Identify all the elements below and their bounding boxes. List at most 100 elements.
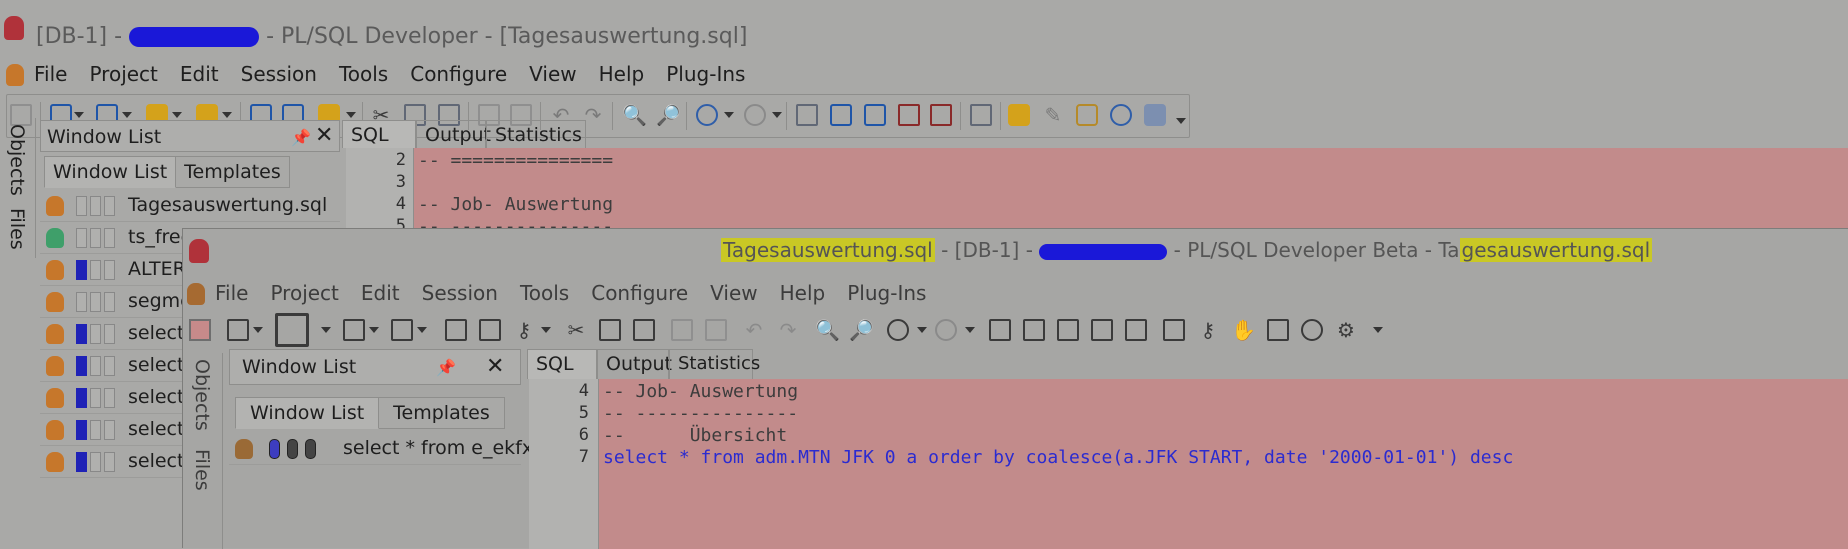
menu-help[interactable]: Help	[780, 281, 826, 305]
stop-icon[interactable]	[189, 319, 211, 341]
tab-objects[interactable]: Objects	[191, 359, 213, 431]
menu-file[interactable]: File	[215, 281, 248, 305]
tab-statistics[interactable]: Statistics	[486, 120, 586, 148]
menu-edit[interactable]: Edit	[180, 62, 219, 86]
menu-file[interactable]: File	[34, 62, 67, 86]
save-icon[interactable]	[445, 319, 467, 341]
copy-icon[interactable]	[599, 319, 621, 341]
new-object-icon[interactable]	[275, 313, 309, 347]
tab-window-list[interactable]: Window List	[44, 156, 177, 188]
tab-templates[interactable]: Templates	[379, 397, 505, 429]
list-item[interactable]: select * from e_ekfx v	[229, 433, 550, 465]
database-icon	[46, 324, 64, 344]
pin-icon[interactable]: 📌	[436, 358, 456, 377]
find-icon[interactable]: 🔍	[815, 319, 840, 341]
uncomment-icon[interactable]	[1125, 319, 1147, 341]
save-all-icon[interactable]	[479, 319, 501, 341]
undo-icon[interactable]: ↶	[743, 319, 765, 341]
menu-configure[interactable]: Configure	[591, 281, 688, 305]
list-item[interactable]: Tagesauswertung.sql	[40, 190, 340, 222]
database-icon	[46, 292, 64, 312]
explain-plan-icon[interactable]	[989, 319, 1011, 341]
redaction-mark	[1039, 243, 1168, 260]
tab-objects[interactable]: Objects	[6, 124, 28, 196]
new-window-icon[interactable]	[227, 319, 249, 341]
code-line: -- Job- Auswertung	[603, 381, 799, 402]
code-line: -- ===============	[418, 150, 614, 171]
front-side-tabs: Objects Files	[183, 353, 223, 549]
back-side-tabs: Objects Files	[0, 118, 36, 258]
find-next-icon[interactable]: 🔎	[849, 319, 874, 341]
paste-icon[interactable]	[633, 319, 655, 341]
tab-statistics[interactable]: Statistics	[669, 349, 760, 379]
describe-icon[interactable]	[1163, 319, 1185, 341]
forward-nav-icon[interactable]	[935, 319, 957, 341]
clock-icon[interactable]	[1301, 319, 1323, 341]
comment-icon[interactable]	[1091, 319, 1113, 341]
menu-session[interactable]: Session	[241, 62, 317, 86]
tab-output[interactable]: Output	[597, 349, 672, 379]
open-recent-icon[interactable]	[391, 319, 413, 341]
code-line: select * from adm.MTN JFK 0 a order by c…	[603, 447, 1514, 468]
redaction-mark	[129, 27, 260, 47]
menu-plugins[interactable]: Plug-Ins	[666, 62, 745, 86]
redo-icon[interactable]: ↷	[777, 319, 799, 341]
menu-project[interactable]: Project	[89, 62, 157, 86]
hand-icon[interactable]: ✋	[1231, 319, 1256, 341]
code-line: -- ---------------	[603, 403, 799, 424]
database-icon	[46, 228, 64, 248]
gear-icon[interactable]: ⚙	[1335, 319, 1357, 341]
pin-icon[interactable]: 📌	[291, 128, 311, 147]
back-editor-tabs: SQL Output Statistics	[342, 120, 1848, 148]
rollback-icon[interactable]	[705, 319, 727, 341]
database-icon	[46, 196, 64, 216]
window-list-title: Window List	[47, 126, 162, 148]
clipboard-icon[interactable]	[1267, 319, 1289, 341]
menu-tools[interactable]: Tools	[339, 62, 388, 86]
close-icon[interactable]: ✕	[486, 354, 504, 379]
front-window: Tagesauswertung.sql - [DB-1] - - PL/SQL …	[182, 228, 1848, 549]
app-logo-icon	[189, 239, 209, 263]
front-sql-editor[interactable]: 4 5 6 7 -- Job- Auswertung -- ----------…	[529, 379, 1848, 549]
menu-session[interactable]: Session	[422, 281, 498, 305]
front-editor-tabs: SQL Output Statistics	[527, 349, 1848, 379]
menu-view[interactable]: View	[710, 281, 757, 305]
window-list-header: Window List 📌 ✕	[40, 120, 340, 152]
unindent-icon[interactable]	[1057, 319, 1079, 341]
menu-tools[interactable]: Tools	[520, 281, 569, 305]
tab-sql[interactable]: SQL	[342, 120, 416, 148]
commit-icon[interactable]	[671, 319, 693, 341]
front-window-titlebar: Tagesauswertung.sql - [DB-1] - - PL/SQL …	[183, 229, 1848, 273]
menu-configure[interactable]: Configure	[410, 62, 507, 86]
app-menu-icon[interactable]	[6, 64, 24, 86]
database-icon	[46, 388, 64, 408]
menu-view[interactable]: View	[529, 62, 576, 86]
close-icon[interactable]: ✕	[315, 123, 333, 148]
back-window-titlebar: [DB-1] - - PL/SQL Developer - [Tagesausw…	[0, 0, 1848, 54]
tab-templates[interactable]: Templates	[176, 156, 290, 188]
tab-sql[interactable]: SQL	[527, 349, 597, 379]
cut-icon[interactable]: ✂	[565, 319, 587, 341]
back-menubar: File Project Edit Session Tools Configur…	[0, 54, 1848, 94]
front-window-list-panel: Window List 📌 ✕ Window List Templates se…	[229, 349, 550, 549]
menu-plugins[interactable]: Plug-Ins	[847, 281, 926, 305]
database-icon	[235, 439, 253, 459]
database-icon	[46, 420, 64, 440]
line-number-gutter: 4 5 6 7	[529, 379, 599, 549]
database-icon	[46, 452, 64, 472]
tab-files[interactable]: Files	[6, 208, 28, 250]
window-list-header: Window List 📌 ✕	[229, 349, 521, 385]
indent-icon[interactable]	[1023, 319, 1045, 341]
menu-help[interactable]: Help	[599, 62, 645, 86]
connection-key-icon[interactable]: ⚷	[1197, 319, 1219, 341]
app-menu-icon[interactable]	[187, 283, 205, 305]
back-nav-icon[interactable]	[887, 319, 909, 341]
database-icon	[46, 356, 64, 376]
tab-files[interactable]: Files	[191, 449, 213, 491]
key-icon[interactable]: ⚷	[513, 319, 535, 341]
tab-output[interactable]: Output	[416, 120, 491, 148]
tab-window-list[interactable]: Window List	[235, 397, 380, 429]
menu-edit[interactable]: Edit	[361, 281, 400, 305]
menu-project[interactable]: Project	[270, 281, 338, 305]
open-folder-icon[interactable]	[343, 319, 365, 341]
